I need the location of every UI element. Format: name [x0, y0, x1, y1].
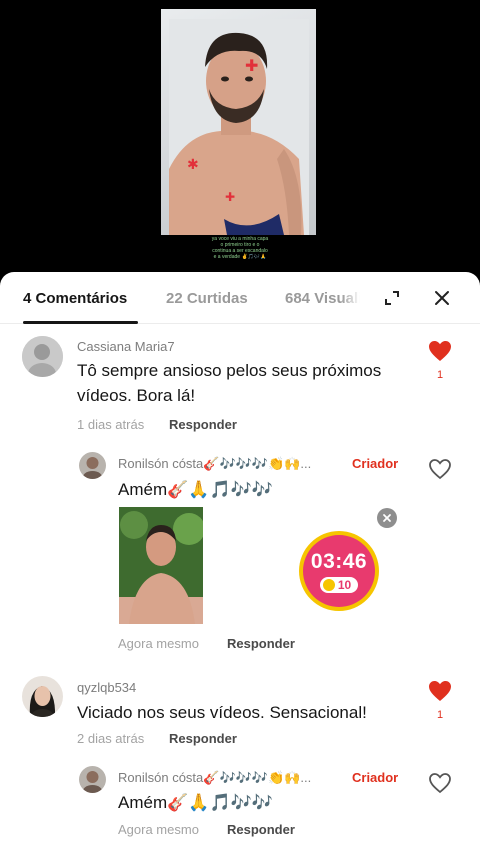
avatar[interactable]	[22, 676, 63, 717]
svg-text:✱: ✱	[187, 157, 199, 173]
caption-line: e a verdade ✌️🎵🎶🙏	[213, 254, 267, 260]
comment-username[interactable]: qyzlqb534	[77, 680, 136, 695]
video-person-image: ✚ ✱ ✚	[169, 19, 309, 235]
like-button[interactable]: 1	[427, 680, 453, 721]
video-player[interactable]: ✚ ✱ ✚ ya voce viu a minha capa o primeir…	[0, 0, 480, 272]
reply-image-thumbnail[interactable]	[119, 507, 203, 624]
like-count: 1	[436, 709, 444, 721]
heart-outline-icon	[429, 773, 451, 794]
video-frame[interactable]: ✚ ✱ ✚	[161, 9, 316, 235]
coin-pill: 10	[319, 576, 359, 593]
comment-timestamp: Agora mesmo	[118, 822, 199, 837]
timer-badge[interactable]: 03:46 10	[299, 531, 379, 611]
comment-username[interactable]: Ronilsón cósta🎸🎶🎶🎶👏🙌...	[118, 770, 350, 786]
avatar[interactable]	[79, 766, 106, 793]
tabs-bar: 4 Comentários 22 Curtidas 684 Visualizaç…	[0, 272, 480, 324]
comment-timestamp: Agora mesmo	[118, 636, 199, 651]
tab-views[interactable]: 684 Visualizações	[285, 290, 360, 307]
like-button[interactable]: 1	[427, 340, 453, 381]
avatar[interactable]	[79, 452, 106, 479]
heart-filled-icon	[429, 681, 451, 701]
like-button[interactable]	[427, 458, 453, 485]
heart-filled-icon	[429, 341, 451, 361]
active-tab-indicator	[23, 321, 138, 324]
timer-text: 03:46	[310, 549, 368, 573]
like-count: 1	[436, 369, 444, 381]
heart-outline-icon	[429, 459, 451, 480]
video-caption: ya voce viu a minha capa o primeiro tiro…	[200, 236, 280, 260]
comment-timestamp: 1 dias atrás	[77, 417, 145, 432]
coin-icon	[322, 578, 335, 591]
avatar[interactable]	[22, 336, 63, 377]
close-icon[interactable]	[432, 288, 452, 308]
comments-sheet: 4 Comentários 22 Curtidas 684 Visualizaç…	[0, 272, 480, 854]
comment-text: Viciado nos seus vídeos. Sensacional!	[77, 703, 367, 722]
like-button[interactable]	[427, 772, 453, 799]
svg-text:✚: ✚	[245, 56, 258, 75]
tab-comments[interactable]: 4 Comentários	[23, 290, 127, 307]
svg-text:✚: ✚	[225, 190, 235, 204]
close-timer-icon[interactable]	[377, 508, 397, 528]
creator-badge: Criador	[352, 456, 399, 471]
timer-inner: 03:46 10	[303, 535, 375, 607]
comment-text: Tô sempre ansioso pelos seus próximos ví…	[77, 361, 382, 405]
comment-timestamp: 2 dias atrás	[77, 731, 145, 746]
expand-icon[interactable]	[382, 288, 402, 308]
comment-text: Amém🎸🙏🎵🎶🎶	[118, 793, 273, 812]
creator-badge: Criador	[352, 770, 399, 785]
comment-username[interactable]: Cassiana Maria7	[77, 339, 175, 354]
comment-text: Amém🎸🙏🎵🎶🎶	[118, 480, 273, 499]
reply-button[interactable]: Responder	[227, 822, 295, 837]
reply-button[interactable]: Responder	[227, 636, 295, 651]
coin-count: 10	[337, 577, 352, 592]
tab-likes[interactable]: 22 Curtidas	[166, 290, 248, 307]
reply-button[interactable]: Responder	[169, 417, 237, 432]
reply-button[interactable]: Responder	[169, 731, 237, 746]
comment-username[interactable]: Ronilsón cósta🎸🎶🎶🎶👏🙌...	[118, 456, 350, 472]
